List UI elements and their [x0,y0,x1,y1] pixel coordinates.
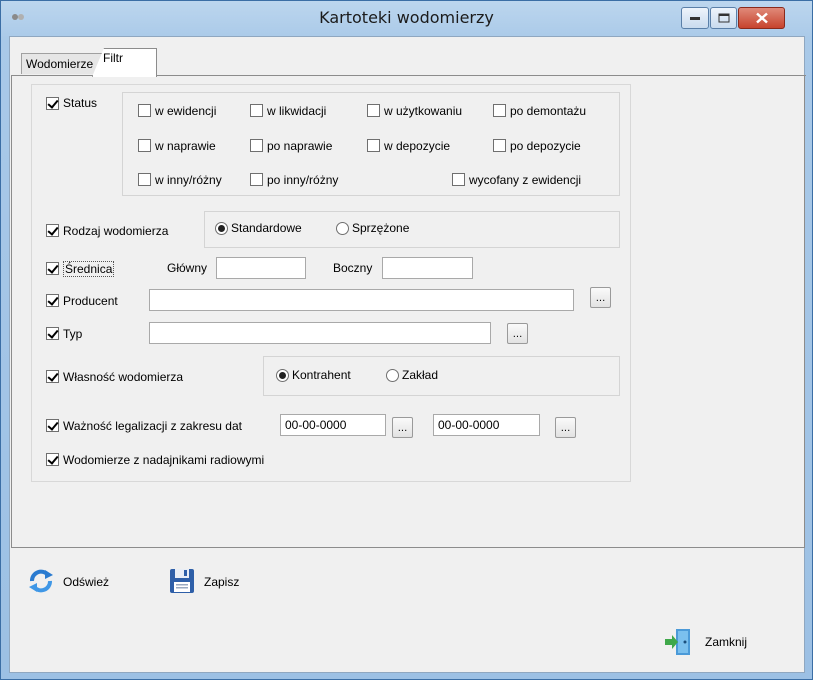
date-to-picker-button[interactable]: ... [555,417,576,438]
save-button[interactable]: Zapisz [168,567,258,597]
srednica-checkbox[interactable] [46,262,59,275]
radio-label: Kontrahent [292,368,351,382]
typ-input[interactable] [149,322,491,344]
radio-meters-label: Wodomierze z nadajnikami radiowymi [63,453,265,467]
status-option-po-naprawie[interactable] [250,139,263,152]
legalizacja-label: Ważność legalizacji z zakresu dat [63,419,242,433]
date-from-input[interactable]: 00-00-0000 [280,414,386,436]
status-option-label: w użytkowaniu [384,104,463,118]
typ-checkbox[interactable] [46,327,59,340]
status-option-po-inny-rozny[interactable] [250,173,263,186]
radio-zaklad[interactable] [386,369,399,382]
legalizacja-checkbox[interactable] [46,419,59,432]
status-option-po-depozycie[interactable] [493,139,506,152]
status-option-po-demontazu[interactable] [493,104,506,117]
refresh-label: Odśwież [63,575,110,589]
glowny-input[interactable] [216,257,306,279]
typ-label: Typ [63,327,83,341]
close-icon [755,12,768,24]
radio-kontrahent[interactable] [276,369,289,382]
exit-door-icon [665,629,690,655]
radio-label: Standardowe [231,221,302,235]
radio-meters-checkbox[interactable] [46,453,59,466]
status-option-w-depozycie[interactable] [367,139,380,152]
rodzaj-checkbox[interactable] [46,224,59,237]
status-option-label: w likwidacji [267,104,327,118]
app-window: Kartoteki wodomierzy Wodomierze Filtr St… [0,0,813,680]
wlasnosc-checkbox[interactable] [46,370,59,383]
radio-sprzezone[interactable] [336,222,349,235]
radio-label: Sprzężone [352,221,410,235]
status-option-w-uzytkowaniu[interactable] [367,104,380,117]
client-area: Wodomierze Filtr Status w ewidencji w li… [9,36,806,673]
refresh-button[interactable]: Odśwież [26,567,126,597]
status-option-label: po inny/różny [267,173,339,187]
date-from-picker-button[interactable]: ... [392,417,413,438]
status-option-label: w inny/różny [155,173,222,187]
minimize-button[interactable] [681,7,709,29]
typ-browse-button[interactable]: ... [507,323,528,344]
filter-panel: Status w ewidencji w likwidacji w użytko… [11,76,805,548]
status-option-w-likwidacji[interactable] [250,104,263,117]
status-option-label: w depozycie [384,139,451,153]
boczny-input[interactable] [382,257,473,279]
status-option-label: w naprawie [155,139,216,153]
radio-standardowe[interactable] [215,222,228,235]
wlasnosc-label: Własność wodomierza [63,370,184,384]
close-label: Zamknij [705,635,748,649]
status-option-label: po depozycie [510,139,581,153]
status-option-label: wycofany z ewidencji [469,173,582,187]
status-option-w-ewidencji[interactable] [138,104,151,117]
status-option-w-inny-rozny[interactable] [138,173,151,186]
close-window-button[interactable] [738,7,785,29]
glowny-label: Główny [167,261,208,275]
status-option-label: w ewidencji [155,104,217,118]
producent-browse-button[interactable]: ... [590,287,611,308]
save-label: Zapisz [204,575,240,589]
minimize-icon [690,17,700,20]
title-bar[interactable]: Kartoteki wodomierzy [1,1,812,35]
maximize-button[interactable] [710,7,737,29]
status-option-label: po naprawie [267,139,333,153]
producent-label: Producent [63,294,118,308]
producent-checkbox[interactable] [46,294,59,307]
tab-strip: Wodomierze Filtr [10,37,806,77]
refresh-icon [29,569,53,593]
status-label: Status [63,96,98,110]
boczny-label: Boczny [333,261,373,275]
radio-label: Zakład [402,368,439,382]
floppy-disk-icon [170,569,194,593]
status-option-wycofany-z-ewidencji[interactable] [452,173,465,186]
producent-input[interactable] [149,289,574,311]
status-checkbox[interactable] [46,97,59,110]
tab-wodomierze[interactable]: Wodomierze [21,53,107,74]
status-option-label: po demontażu [510,104,587,118]
rodzaj-label: Rodzaj wodomierza [63,224,169,238]
close-button[interactable]: Zamknij [664,627,774,657]
status-option-w-naprawie[interactable] [138,139,151,152]
date-to-input[interactable]: 00-00-0000 [433,414,540,436]
maximize-icon [718,13,729,23]
srednica-label: Średnica [63,261,115,277]
